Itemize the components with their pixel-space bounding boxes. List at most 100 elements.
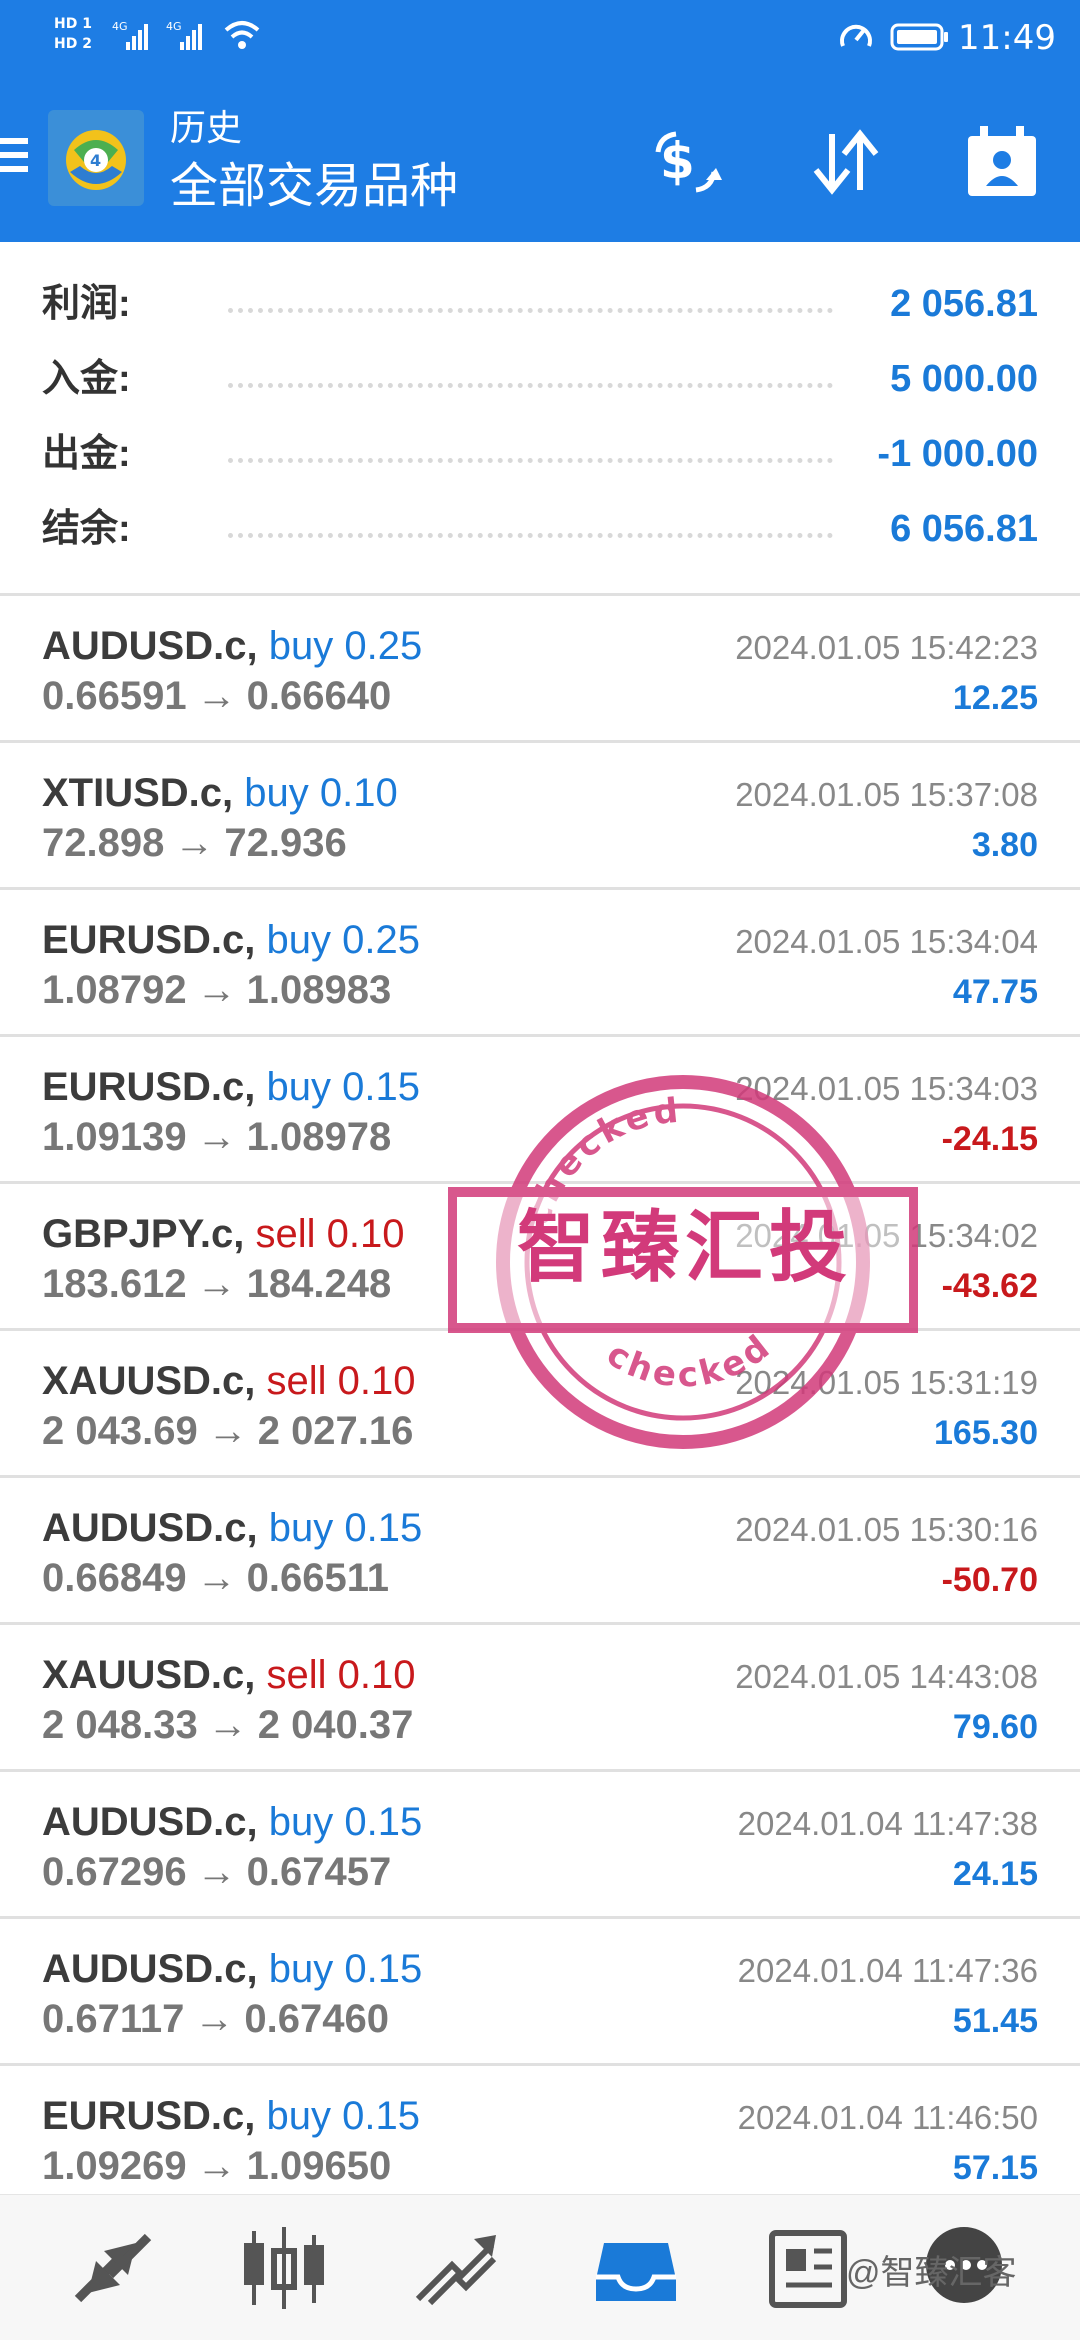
open-price: 72.898 <box>42 821 165 865</box>
dotted-leader <box>228 383 833 388</box>
trade-row[interactable]: XAUUSD.c, sell 0.10 2 048.33 → 2 040.37 2024… <box>0 1625 1080 1772</box>
trade-row[interactable]: AUDUSD.c, buy 0.25 0.66591 → 0.66640 2024.01… <box>0 596 1080 743</box>
dotted-leader <box>228 458 833 463</box>
summary-label: 利润: <box>42 283 131 325</box>
arrow-icon: → <box>196 968 237 1012</box>
speed-gauge-icon <box>840 24 872 47</box>
trade-profit: -24.15 <box>941 1120 1038 1158</box>
trade-time: 2024.01.04 11:46:50 <box>737 2099 1038 2136</box>
trade-symbol: EURUSD.c, <box>42 1065 256 1109</box>
account-summary: 利润: 2 056.81 入金: 5 000.00 出金: -1 000.00 … <box>0 268 1080 568</box>
summary-label: 入金: <box>42 358 131 400</box>
trade-symbol: GBPJPY.c, <box>42 1212 245 1256</box>
trade-row[interactable]: AUDUSD.c, buy 0.15 0.66849 → 0.66511 2024.01… <box>0 1478 1080 1625</box>
close-price: 0.66511 <box>246 1556 389 1600</box>
arrow-icon: → <box>174 821 215 865</box>
close-price: 2 040.37 <box>257 1703 414 1747</box>
trade-icon[interactable] <box>408 2223 504 2313</box>
trade-volume: 0.15 <box>344 1506 423 1550</box>
close-price: 2 027.16 <box>257 1409 414 1453</box>
trade-header: AUDUSD.c, buy 0.15 <box>42 1945 422 1993</box>
trade-profit: -43.62 <box>941 1267 1038 1305</box>
trade-time: 2024.01.05 15:30:16 <box>735 1511 1038 1548</box>
trade-profit: 3.80 <box>971 826 1038 864</box>
bottom-navigation: @智臻汇客 <box>0 2194 1080 2340</box>
menu-icon[interactable] <box>0 132 30 178</box>
trade-time: 2024.01.05 15:42:23 <box>735 629 1038 666</box>
calendar-icon[interactable] <box>962 122 1042 202</box>
close-price: 72.936 <box>224 821 347 865</box>
currency-exchange-icon[interactable]: $ <box>648 122 728 202</box>
trade-row[interactable]: XTIUSD.c, buy 0.10 72.898 → 72.936 2024.01.0… <box>0 743 1080 890</box>
page-title[interactable]: 全部交易品种 <box>170 158 458 216</box>
trade-time: 2024.01.04 11:47:38 <box>737 1805 1038 1842</box>
chart-icon[interactable] <box>236 2223 332 2313</box>
dotted-leader <box>228 533 833 538</box>
trade-header: GBPJPY.c, sell 0.10 <box>42 1210 404 1258</box>
close-price: 184.248 <box>246 1262 392 1306</box>
open-price: 1.09269 <box>42 2144 187 2188</box>
trade-symbol: EURUSD.c, <box>42 2094 256 2138</box>
trade-header: XAUUSD.c, sell 0.10 <box>42 1651 416 1699</box>
summary-row-profit: 利润: 2 056.81 <box>0 268 1080 343</box>
trade-volume: 0.25 <box>344 624 423 668</box>
trade-profit: 47.75 <box>952 973 1038 1011</box>
network-badges: HD 1 HD 2 <box>54 14 92 54</box>
trade-symbol: AUDUSD.c, <box>42 1947 258 1991</box>
close-price: 1.09650 <box>246 2144 392 2188</box>
trade-prices: 0.67296 → 0.67457 <box>42 1848 391 1896</box>
sort-icon[interactable] <box>806 122 886 202</box>
metatrader-logo[interactable]: 4 <box>48 110 144 206</box>
trade-row[interactable]: EURUSD.c, buy 0.15 1.09269 → 1.09650 2024.01… <box>0 2066 1080 2194</box>
summary-row-deposit: 入金: 5 000.00 <box>0 343 1080 418</box>
trade-volume: 0.10 <box>337 1653 416 1697</box>
trade-type: buy <box>268 1506 334 1550</box>
trade-profit: 12.25 <box>952 679 1038 717</box>
summary-value: 2 056.81 <box>890 283 1038 325</box>
wifi-icon <box>224 21 260 49</box>
open-price: 1.09139 <box>42 1115 187 1159</box>
trade-type: buy <box>266 1065 332 1109</box>
history-icon[interactable] <box>588 2223 684 2313</box>
trade-symbol: XTIUSD.c, <box>42 771 234 815</box>
svg-text:4: 4 <box>90 151 101 170</box>
svg-text:4G: 4G <box>112 20 128 33</box>
trade-prices: 0.67117 → 0.67460 <box>42 1995 389 2043</box>
trade-header: AUDUSD.c, buy 0.15 <box>42 1504 422 1552</box>
news-icon[interactable] <box>760 2223 856 2313</box>
quotes-icon[interactable] <box>64 2223 160 2313</box>
trade-volume: 0.10 <box>319 771 398 815</box>
trade-type: buy <box>268 1947 334 1991</box>
trade-volume: 0.10 <box>337 1359 416 1403</box>
trade-symbol: AUDUSD.c, <box>42 624 258 668</box>
open-price: 183.612 <box>42 1262 187 1306</box>
arrow-icon: → <box>196 1115 237 1159</box>
status-bar: HD 1 HD 2 4G 4G 11:49 <box>0 0 1080 72</box>
signal-icon: 4G <box>112 20 148 50</box>
trade-row[interactable]: AUDUSD.c, buy 0.15 0.67296 → 0.67457 2024.01… <box>0 1772 1080 1919</box>
open-price: 0.67296 <box>42 1850 187 1894</box>
trade-volume: 0.25 <box>342 918 420 962</box>
trade-type: buy <box>266 918 332 962</box>
trade-type: buy <box>266 2094 332 2138</box>
signal-icon-2: 4G <box>166 20 202 50</box>
close-price: 0.67460 <box>244 1997 389 2041</box>
trade-symbol: AUDUSD.c, <box>42 1506 258 1550</box>
trade-volume: 0.10 <box>326 1212 405 1256</box>
arrow-icon: → <box>196 2144 237 2188</box>
trade-prices: 1.08792 → 1.08983 <box>42 966 391 1014</box>
trade-row[interactable]: AUDUSD.c, buy 0.15 0.67117 → 0.67460 2024.01… <box>0 1919 1080 2066</box>
network-badge-1: HD 1 <box>54 16 92 32</box>
trade-header: EURUSD.c, buy 0.25 <box>42 916 420 964</box>
trade-volume: 0.15 <box>342 1065 420 1109</box>
summary-value: 6 056.81 <box>890 508 1038 550</box>
trade-profit: -50.70 <box>941 1561 1038 1599</box>
arrow-icon: → <box>194 1997 235 2041</box>
open-price: 0.66849 <box>42 1556 187 1600</box>
trade-row[interactable]: EURUSD.c, buy 0.25 1.08792 → 1.08983 2024.01… <box>0 890 1080 1037</box>
trade-prices: 0.66849 → 0.66511 <box>42 1554 389 1602</box>
arrow-icon: → <box>207 1409 248 1453</box>
dotted-leader <box>228 308 833 313</box>
trade-profit: 57.15 <box>952 2149 1038 2187</box>
close-price: 1.08983 <box>246 968 392 1012</box>
